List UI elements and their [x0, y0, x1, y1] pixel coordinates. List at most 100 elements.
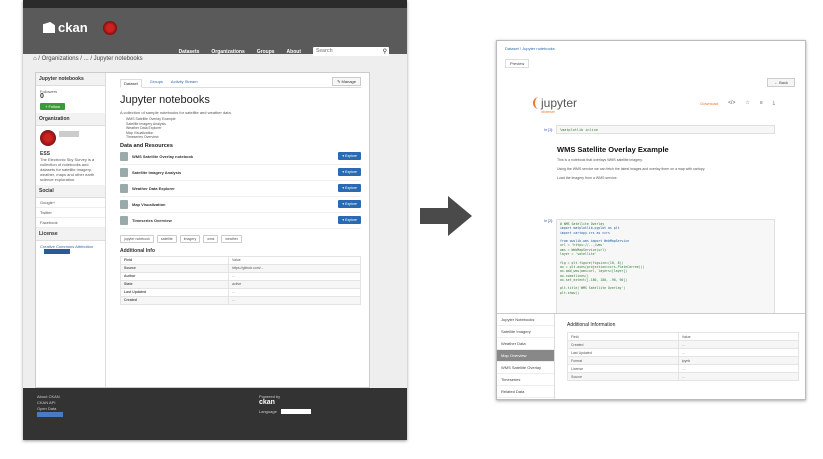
ckan-logo[interactable]: ckan: [43, 20, 117, 35]
social-google[interactable]: Google+: [36, 198, 105, 208]
resource-name[interactable]: Satellite Imagery Analysis: [132, 170, 338, 175]
resource-item[interactable]: Weather Data Explorer ▾ Explore: [120, 181, 361, 197]
table-cell: ...: [228, 295, 361, 305]
notebook-toolbar: Download </> ☆ ≡ ⤓: [700, 100, 775, 106]
search-placeholder: Search: [316, 48, 333, 54]
dataset-main: Dataset Groups Activity Stream ✎ Manage …: [112, 73, 369, 387]
tag[interactable]: wms: [203, 234, 219, 243]
explore-button[interactable]: ▾ Explore: [338, 168, 361, 176]
org-crest-icon: [102, 20, 117, 35]
table-cell: Last Updated: [567, 348, 679, 357]
dataset-description: A collection of sample notebooks for sat…: [120, 110, 232, 115]
description-list: WMS Satellite Overlay Example Satellite …: [126, 117, 361, 140]
breadcrumb[interactable]: ⌂ / Organizations / ... / Jupyter notebo…: [33, 56, 143, 62]
table-row: State active: [120, 279, 361, 289]
social-facebook[interactable]: Facebook: [36, 218, 105, 228]
explore-button[interactable]: ▾ Explore: [338, 216, 361, 224]
site-header: ckan Datasets Organizations Groups About…: [23, 8, 407, 56]
resource-name[interactable]: Map Visualization: [132, 202, 338, 207]
ckan-screenshot: ckan Datasets Organizations Groups About…: [23, 0, 407, 440]
sidebar-heading: Jupyter notebooks: [36, 73, 105, 86]
nbviewer-label: nbviewer: [541, 110, 556, 114]
jupyter-preview-screenshot: Dataset / Jupyter notebooks Preview ← Ba…: [496, 40, 806, 400]
tag[interactable]: satellite: [156, 234, 177, 243]
resource-name[interactable]: Timeseries Overview: [132, 218, 338, 223]
sidebar-item[interactable]: Weather Data: [497, 338, 554, 350]
resource-item[interactable]: Map Visualization ▾ Explore: [120, 197, 361, 213]
resource-list: WMS Satellite Overlay notebook ▾ Explore…: [120, 149, 361, 229]
explore-button[interactable]: ▾ Explore: [338, 184, 361, 192]
sidebar-item[interactable]: Related Data: [497, 386, 554, 398]
tab-dataset[interactable]: Dataset: [120, 79, 142, 88]
table-cell: Author: [120, 271, 229, 281]
star-icon[interactable]: ☆: [745, 100, 749, 106]
markdown-paragraph: This is a notebook that overlays WMS sat…: [557, 158, 643, 162]
file-icon: [120, 183, 128, 193]
resource-name[interactable]: Weather Data Explorer: [132, 186, 338, 191]
download-icon[interactable]: ⤓: [773, 100, 775, 106]
code-icon[interactable]: </>: [728, 100, 735, 106]
resource-name[interactable]: WMS Satellite Overlay notebook: [132, 154, 338, 159]
language-select[interactable]: [280, 409, 311, 415]
table-cell: Source: [567, 372, 679, 381]
resource-item[interactable]: Satellite Imagery Analysis ▾ Explore: [120, 165, 361, 181]
org-logo-icon[interactable]: [40, 130, 56, 146]
nav-organizations[interactable]: Organizations: [211, 49, 244, 55]
resource-item[interactable]: Timeseries Overview ▾ Explore: [120, 213, 361, 229]
search-icon[interactable]: ⚲: [383, 48, 387, 57]
powered-by-logo[interactable]: ckan: [259, 399, 311, 406]
preview-tab[interactable]: Preview: [505, 59, 530, 68]
follow-button[interactable]: + Follow: [40, 103, 66, 110]
sidebar-item[interactable]: Timeseries: [497, 374, 554, 386]
search-input[interactable]: Search ⚲: [313, 47, 389, 56]
table-cell: ...: [677, 348, 800, 357]
back-button[interactable]: ← Back: [766, 78, 795, 87]
sidebar-item[interactable]: Jupyter Notebooks: [497, 314, 554, 326]
table-cell: Field: [120, 255, 229, 265]
jupyter-wordmark: jupyter: [541, 96, 578, 110]
table-cell: ipynb: [677, 356, 800, 365]
followers-count: 0: [40, 93, 44, 100]
site-footer: About CKAN CKAN API Open Data Powered by…: [23, 388, 407, 440]
explore-button[interactable]: ▾ Explore: [338, 200, 361, 208]
code-block[interactable]: # WMS Satellite Overlay import matplotlib…: [556, 219, 775, 319]
preview-breadcrumb[interactable]: Dataset / Jupyter notebooks: [505, 46, 555, 51]
tab-groups[interactable]: Groups: [150, 79, 163, 84]
social-twitter[interactable]: Twitter: [36, 208, 105, 218]
tag[interactable]: imagery: [179, 234, 201, 243]
tab-activity[interactable]: Activity Stream: [171, 79, 198, 84]
footer-powered: Powered by ckan Language: [259, 394, 311, 415]
code-block[interactable]: %matplotlib inline: [556, 125, 775, 134]
table-cell: ...: [677, 340, 800, 349]
nav-about[interactable]: About: [287, 49, 301, 55]
download-link[interactable]: Download: [700, 101, 718, 106]
open-data-badge-icon[interactable]: [37, 412, 63, 417]
explore-button[interactable]: ▾ Explore: [338, 152, 361, 160]
additional-information-heading: Additional Information: [567, 322, 616, 328]
license-badge-icon: [44, 249, 70, 254]
table-cell: Source: [120, 263, 229, 273]
sidebar-item[interactable]: WMS Satellite Overlay: [497, 362, 554, 374]
table-cell: Value: [677, 332, 800, 341]
nav-groups[interactable]: Groups: [257, 49, 275, 55]
menu-icon[interactable]: ≡: [760, 100, 763, 106]
cell-prompt: In [2]:: [544, 219, 553, 223]
table-row: Field Value: [120, 255, 361, 265]
table-row: Field Value: [567, 332, 800, 341]
sidebar-item[interactable]: Map Overview: [497, 350, 554, 362]
resource-item[interactable]: WMS Satellite Overlay notebook ▾ Explore: [120, 149, 361, 165]
table-row: Format ipynb: [567, 356, 800, 365]
nav-datasets[interactable]: Datasets: [179, 49, 200, 55]
page-title: Jupyter notebooks: [120, 94, 210, 106]
sidebar-item[interactable]: API Access: [497, 398, 554, 399]
manage-button[interactable]: ✎ Manage: [332, 77, 361, 86]
cell-prompt: In [1]:: [544, 127, 553, 132]
table-cell: Format: [567, 356, 679, 365]
tag[interactable]: jupyter notebook: [120, 234, 154, 243]
table-cell[interactable]: https://github.com/...: [228, 263, 361, 273]
sidebar-item[interactable]: Satellite Imagery: [497, 326, 554, 338]
arrow-right-icon: [420, 196, 472, 236]
table-cell: Last Updated: [120, 287, 229, 297]
tag[interactable]: weather: [221, 234, 242, 243]
license-heading: License: [36, 228, 105, 241]
